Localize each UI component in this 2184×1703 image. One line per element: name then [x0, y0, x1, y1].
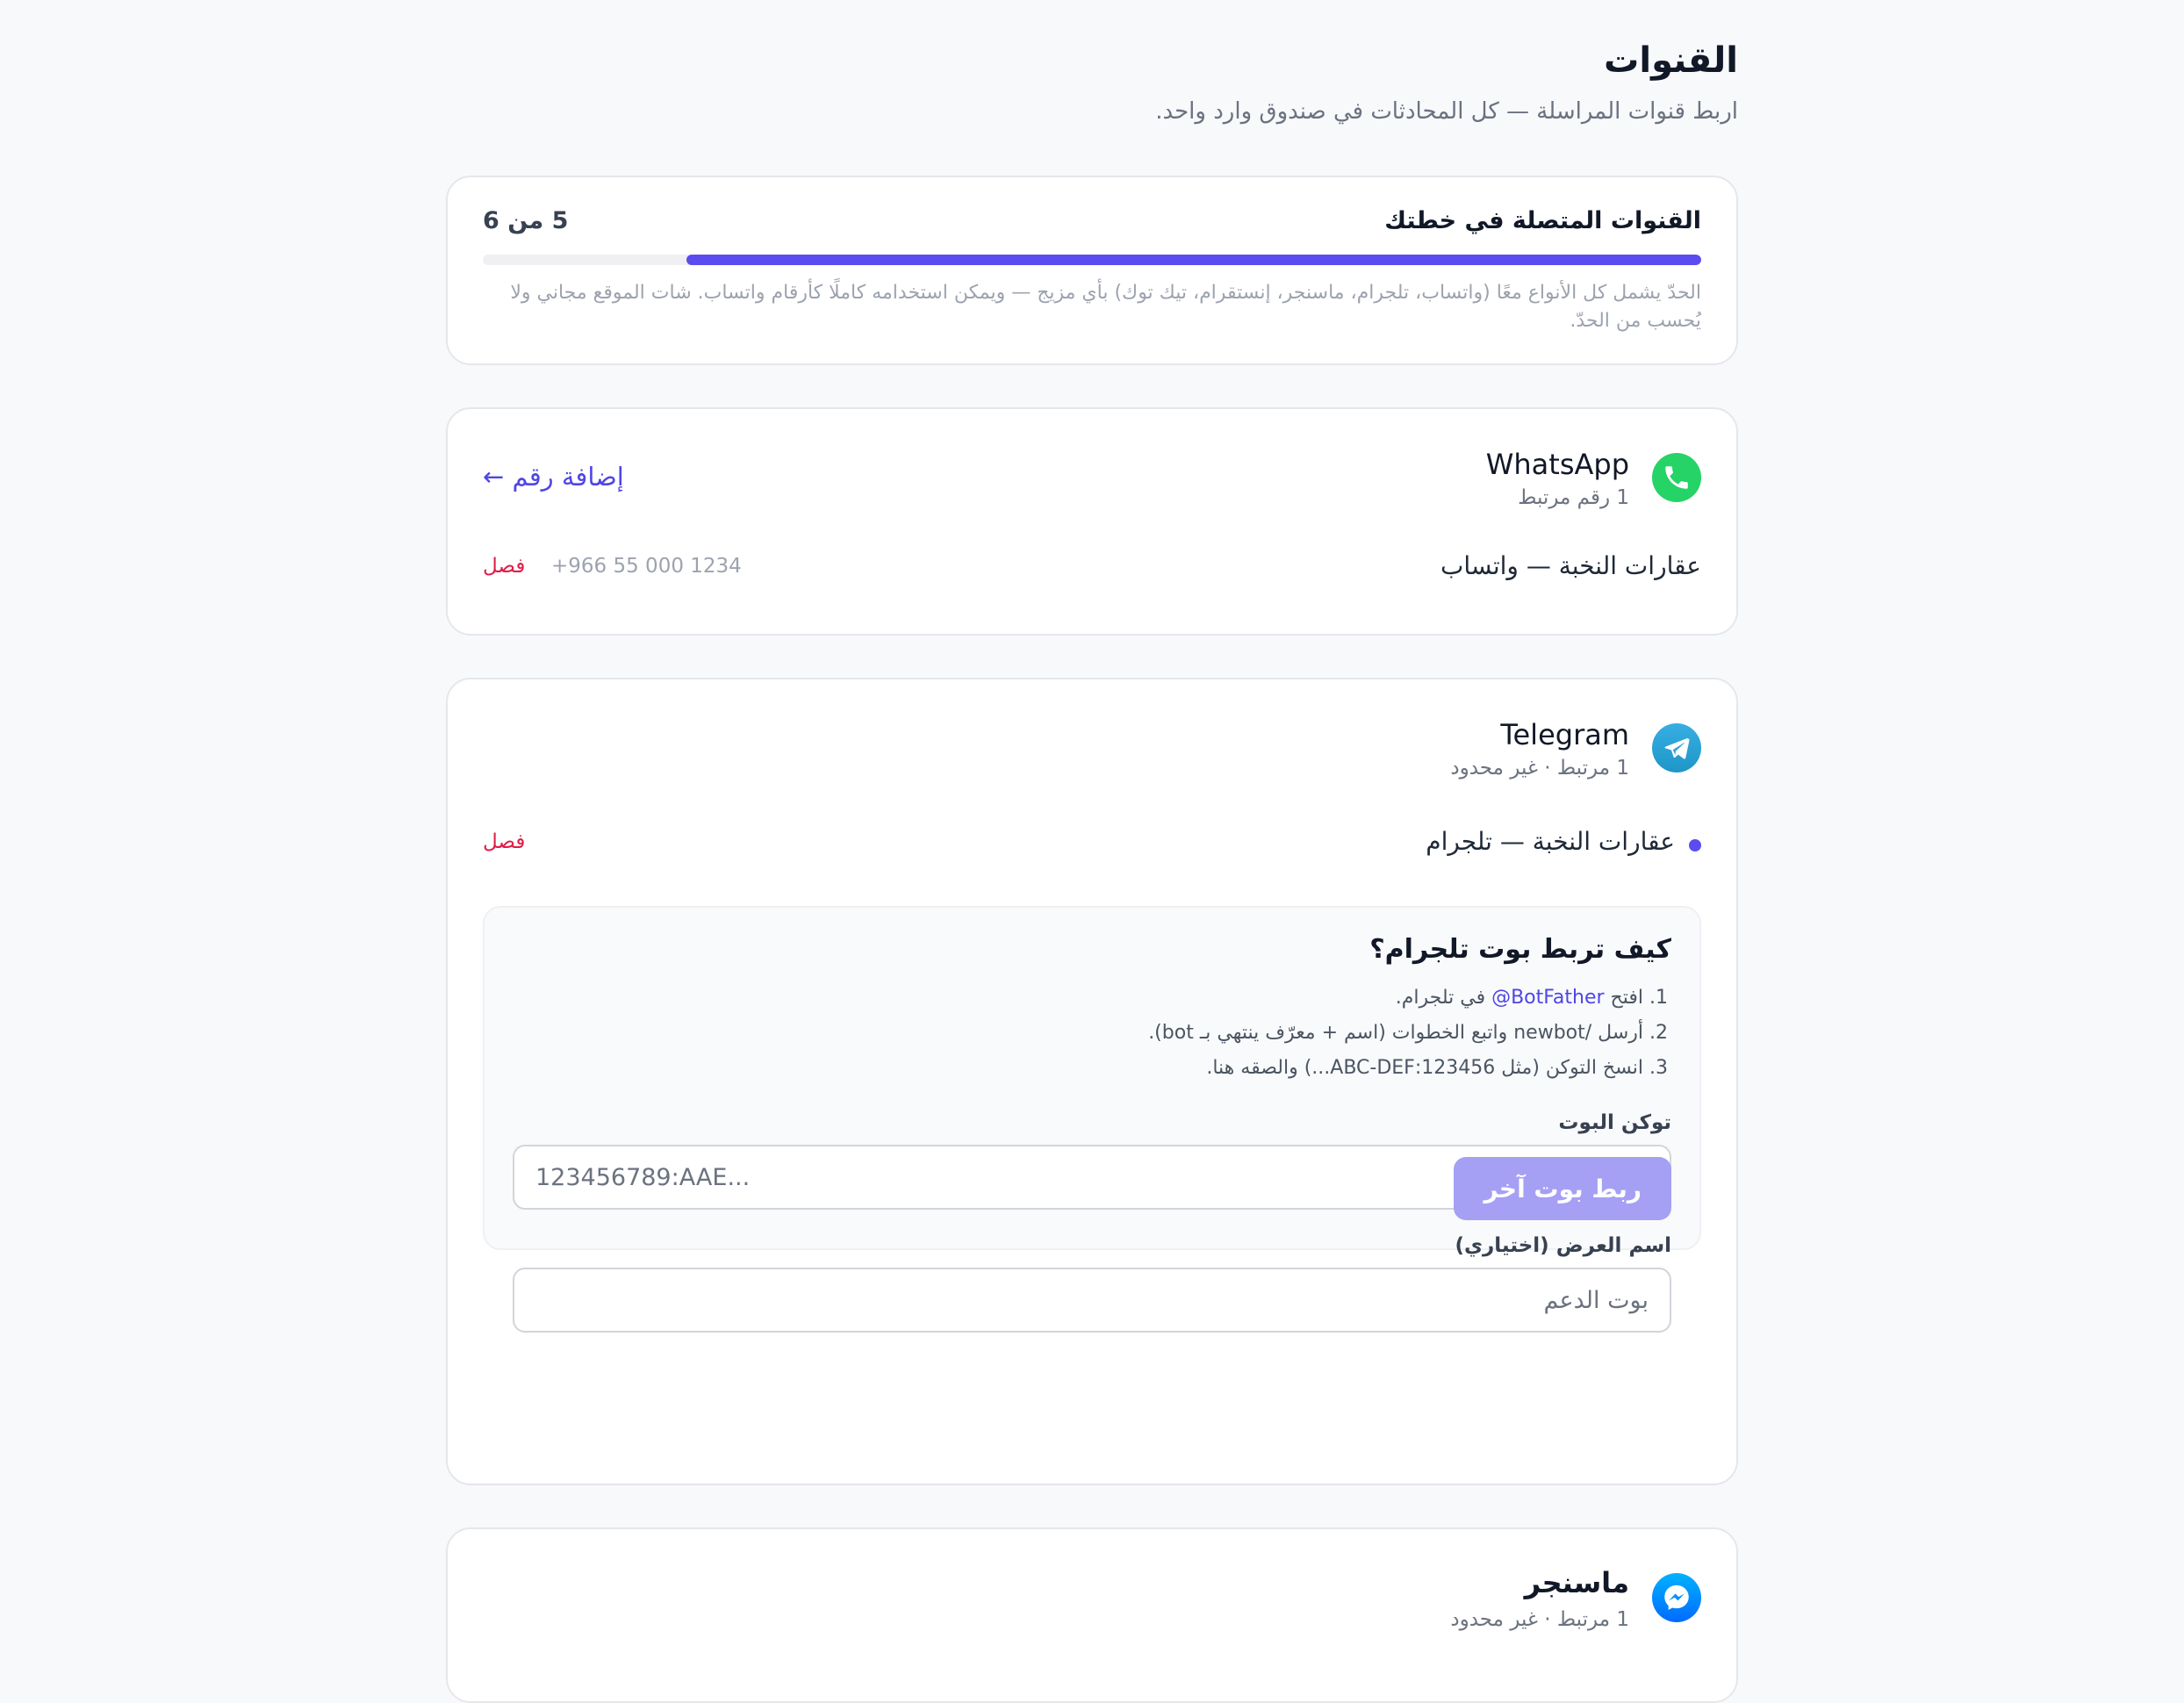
- messenger-channel-count: 1 مرتبط · غير محدود: [1450, 1608, 1629, 1631]
- botfather-link[interactable]: @BotFather: [1491, 987, 1604, 1009]
- telegram-status-dot: [1689, 839, 1701, 852]
- messenger-icon: [1652, 1573, 1701, 1622]
- whatsapp-disconnect-button[interactable]: فصل: [483, 555, 525, 578]
- page-subtitle: اربط قنوات المراسلة — كل المحادثات في صن…: [1155, 98, 1738, 125]
- plan-usage-count: 5 من 6: [483, 207, 569, 234]
- connect-bot-button[interactable]: ربط بوت آخر: [1454, 1157, 1671, 1220]
- whatsapp-number-name: عقارات النخبة — واتساب: [1440, 551, 1701, 580]
- whatsapp-channel-card: WhatsApp 1 رقم مرتبط إضافة رقم ← عقارات …: [446, 407, 1738, 636]
- plan-usage-card: القنوات المتصلة في خطتك 5 من 6 الحدّ يشم…: [446, 176, 1738, 365]
- telegram-channel-card: Telegram 1 مرتبط · غير محدود عقارات النخ…: [446, 678, 1738, 1485]
- plan-usage-progress-bar: [483, 255, 1701, 265]
- whatsapp-channel-count: 1 رقم مرتبط: [1518, 486, 1629, 509]
- telegram-guide-step-1: 1. افتح @BotFather في تلجرام.: [1396, 987, 1668, 1009]
- telegram-setup-panel: كيف تربط بوت تلجرام؟ 1. افتح @BotFather …: [483, 906, 1701, 1333]
- telegram-channel-name: Telegram: [1500, 718, 1629, 751]
- bot-token-label: توكن البوت: [1558, 1111, 1671, 1134]
- messenger-channel-card: ماسنجر 1 مرتبط · غير محدود: [446, 1527, 1738, 1703]
- add-number-link[interactable]: إضافة رقم ←: [483, 462, 624, 492]
- messenger-channel-name: ماسنجر: [1524, 1566, 1629, 1599]
- telegram-guide-step-1-prefix: 1. افتح: [1604, 987, 1668, 1009]
- display-name-input[interactable]: [513, 1268, 1671, 1333]
- whatsapp-channel-name: WhatsApp: [1485, 448, 1629, 481]
- telegram-channel-count: 1 مرتبط · غير محدود: [1450, 757, 1629, 780]
- telegram-icon: [1652, 723, 1701, 772]
- whatsapp-icon: [1652, 453, 1701, 502]
- telegram-bot-name: عقارات النخبة — تلجرام: [1426, 827, 1675, 856]
- telegram-guide-title: كيف تربط بوت تلجرام؟: [1369, 934, 1671, 965]
- telegram-disconnect-button[interactable]: فصل: [483, 830, 525, 853]
- telegram-guide-step-3: 3. انسخ التوكن (مثل 123456:ABC-DEF...) و…: [1206, 1057, 1668, 1079]
- plan-usage-progress-fill: [686, 255, 1701, 265]
- display-name-label: اسم العرض (اختياري): [1455, 1234, 1671, 1257]
- whatsapp-number-phone: +966 55 000 1234: [551, 555, 742, 578]
- plan-usage-title: القنوات المتصلة في خطتك: [1384, 207, 1701, 234]
- telegram-guide-step-1-suffix: في تلجرام.: [1395, 987, 1492, 1009]
- telegram-guide-step-2: 2. أرسل /newbot واتبع الخطوات (اسم + معر…: [1148, 1022, 1668, 1044]
- plan-usage-note: الحدّ يشمل كل الأنواع معًا (واتساب، تلجر…: [510, 282, 1701, 332]
- page-title: القنوات: [1604, 40, 1738, 81]
- channels-page: القنوات اربط قنوات المراسلة — كل المحادث…: [0, 0, 2184, 1703]
